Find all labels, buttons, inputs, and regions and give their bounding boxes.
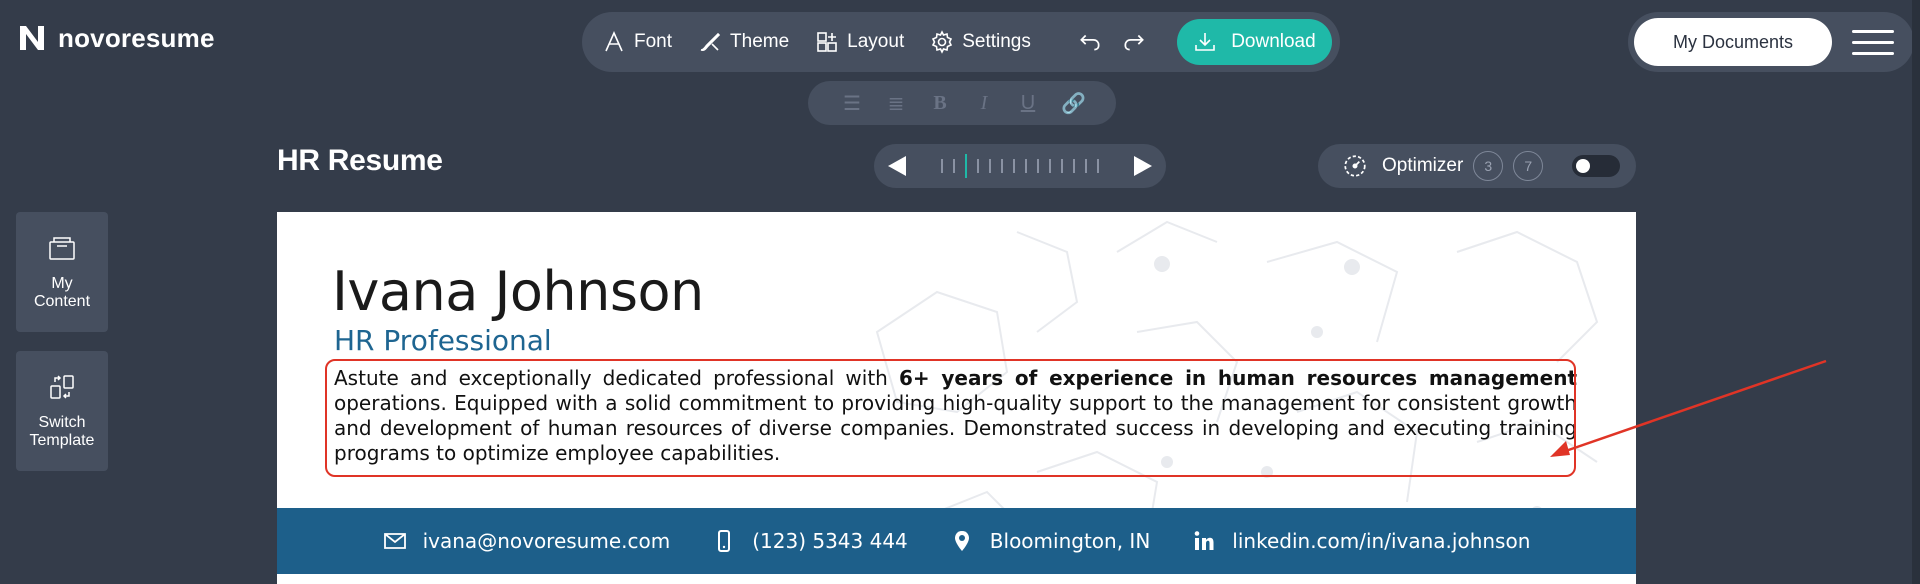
optimizer-toggle[interactable] [1572,155,1620,177]
header-right-panel: My Documents [1628,12,1914,72]
vertical-scrollbar[interactable] [1912,0,1920,584]
resume-page[interactable]: Ivana Johnson HR Professional Astute and… [277,212,1636,584]
page-tick[interactable] [977,159,979,173]
novoresume-logo-icon [20,26,44,50]
page-navigator [874,144,1166,188]
underline-icon[interactable]: U [1017,92,1039,115]
italic-icon[interactable]: I [973,92,995,115]
page-tick[interactable] [989,159,991,173]
folder-icon [49,236,75,260]
my-content-label: My Content [33,274,91,310]
next-page-icon[interactable] [1134,156,1152,176]
contact-phone[interactable]: (123) 5343 444 [712,529,908,553]
download-label: Download [1231,31,1316,52]
contact-email[interactable]: ivana@novoresume.com [383,529,671,553]
gear-icon [932,30,953,54]
linkedin-icon [1194,531,1214,550]
optimizer-label: Optimizer [1382,155,1464,176]
brand-name: novoresume [58,22,215,53]
hamburger-menu-icon[interactable] [1852,29,1894,55]
page-tick[interactable] [1097,159,1099,173]
page-tick[interactable] [1037,159,1039,173]
align-justify-icon[interactable]: ≣ [885,91,907,116]
undo-icon[interactable] [1077,29,1103,55]
align-left-icon[interactable]: ☰ [841,91,863,116]
switch-template-icon [50,374,74,399]
page-title: HR Resume [277,144,443,177]
page-ticks[interactable] [906,154,1134,178]
resume-role[interactable]: HR Professional [334,324,552,357]
annotation-arrow-icon [1550,359,1827,457]
page-tick[interactable] [941,159,943,173]
font-label: Font [634,31,673,52]
page-tick[interactable] [1001,159,1003,173]
redo-icon[interactable] [1121,29,1147,55]
theme-brush-icon [700,32,721,51]
location-text: Bloomington, IN [989,529,1151,553]
link-icon[interactable]: 🔗 [1061,91,1086,116]
page-tick[interactable] [965,154,967,178]
page-tick[interactable] [1085,159,1087,173]
page-tick[interactable] [953,159,955,173]
email-text: ivana@novoresume.com [422,529,671,553]
optimizer-badge-1[interactable]: 3 [1473,151,1504,181]
font-button[interactable]: Font [602,30,672,54]
envelope-icon [383,533,406,549]
text-format-bar: ☰ ≣ B I U 🔗 [808,81,1116,125]
contact-location[interactable]: Bloomington, IN [950,529,1151,553]
download-icon [1195,33,1215,51]
page-tick[interactable] [1061,159,1063,173]
layout-button[interactable]: Layout [815,30,904,54]
page-tick[interactable] [1073,159,1075,173]
settings-button[interactable]: Settings [930,30,1031,54]
layout-icon [817,32,837,52]
phone-icon [718,530,731,552]
phone-text: (123) 5343 444 [752,529,908,553]
page-tick[interactable] [1013,159,1015,173]
theme-label: Theme [730,31,790,52]
previous-page-icon[interactable] [888,156,906,176]
page-tick[interactable] [1025,159,1027,173]
layout-label: Layout [847,31,905,52]
main-toolbar: Font Theme Layout Settings Download [582,12,1340,72]
settings-label: Settings [962,31,1031,52]
summary-highlight-box [325,359,1576,477]
my-content-button[interactable]: My Content [16,212,108,332]
linkedin-text: linkedin.com/in/ivana.johnson [1232,529,1531,553]
switch-template-label: Switch Template [29,413,95,449]
bold-icon[interactable]: B [929,92,951,115]
switch-template-button[interactable]: Switch Template [16,351,108,471]
resume-name[interactable]: Ivana Johnson [332,260,704,323]
page-tick[interactable] [1049,159,1051,173]
my-documents-button[interactable]: My Documents [1634,18,1832,66]
brand-logo[interactable]: novoresume [16,22,215,54]
theme-button[interactable]: Theme [698,30,789,54]
font-icon [605,31,623,52]
location-pin-icon [954,531,969,551]
optimizer-badge-2[interactable]: 7 [1513,151,1544,181]
contact-bar: ivana@novoresume.com (123) 5343 444 Bloo… [277,508,1636,574]
speedometer-icon [1344,155,1366,177]
download-button[interactable]: Download [1176,19,1332,65]
optimizer-panel: Optimizer 3 7 [1318,144,1636,188]
contact-linkedin[interactable]: linkedin.com/in/ivana.johnson [1192,529,1530,553]
